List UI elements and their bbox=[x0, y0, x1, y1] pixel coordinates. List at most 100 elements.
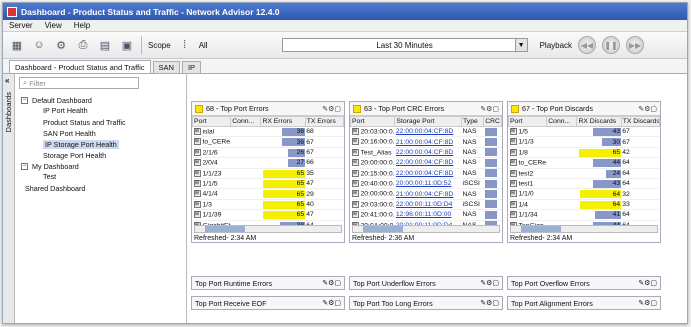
dashboard-icon[interactable]: ▦ bbox=[9, 37, 25, 53]
table-row[interactable]: ⊞ 2/1/6 26 67 bbox=[192, 147, 344, 159]
scope-value[interactable]: All bbox=[199, 41, 208, 50]
table-row[interactable]: ⊞ Test_Alias 22:00:00:04:CF:8D NAS bbox=[350, 147, 502, 159]
column-header[interactable]: Port bbox=[507, 116, 548, 127]
widget-tools-icon[interactable]: ✎⚙▢ bbox=[638, 105, 657, 113]
table-row[interactable]: ⊞ 20:15:00:0... 22:00:00:04:CF:8D NAS bbox=[350, 168, 502, 179]
tree-item[interactable]: Shared Dashboard bbox=[25, 184, 85, 193]
widget-tools-icon[interactable]: ✎⚙▢ bbox=[480, 299, 499, 307]
tree-item[interactable]: SAN Port Health bbox=[43, 129, 96, 138]
table-row[interactable]: ⊞ 20:40:00:0... 20:00:00:11:0D:52 iSCSI bbox=[350, 178, 502, 190]
menu-view[interactable]: View bbox=[45, 21, 62, 30]
column-header[interactable]: RX Errors bbox=[260, 116, 306, 127]
table-row[interactable]: ⊞ 20:00:00:0... 21:00:00:04:CF:8D NAS bbox=[350, 188, 502, 200]
menu-help[interactable]: Help bbox=[74, 21, 90, 30]
table-row[interactable]: ⊞ 4/1/4 65 29 bbox=[192, 188, 344, 200]
storage-port-link[interactable]: 22:00:00:04:CF:8D bbox=[394, 157, 462, 169]
tab-dashboard[interactable]: Dashboard - Product Status and Traffic bbox=[9, 60, 151, 73]
pause-button[interactable]: ❚❚ bbox=[602, 36, 621, 54]
tab-san[interactable]: SAN bbox=[152, 61, 180, 73]
column-header[interactable]: Conn... bbox=[546, 116, 578, 127]
collapsed-widget[interactable]: Top Port Runtime Errors ✎⚙▢ bbox=[191, 276, 345, 290]
table-row[interactable]: ⊞ 1/1/34 41 64 bbox=[508, 209, 660, 221]
column-header[interactable]: Port bbox=[191, 116, 232, 127]
scroll-thumb[interactable] bbox=[521, 226, 561, 232]
widget-tools-icon[interactable]: ✎⚙▢ bbox=[480, 105, 499, 113]
tab-ip[interactable]: IP bbox=[181, 61, 202, 73]
column-header[interactable]: TX Discards bbox=[620, 116, 661, 127]
tree-item[interactable]: Product Status and Traffic bbox=[43, 118, 126, 127]
chevron-down-icon[interactable]: ▼ bbox=[514, 39, 527, 51]
table-row[interactable]: ⊞ 1/1/3 30 67 bbox=[508, 136, 660, 148]
widget-tools-icon[interactable]: ✎⚙▢ bbox=[322, 279, 341, 287]
collapse-tree-icon[interactable]: − bbox=[21, 163, 28, 170]
config-icon[interactable]: ⚙ bbox=[53, 37, 69, 53]
collapsed-widget[interactable]: Top Port Receive EOF ✎⚙▢ bbox=[191, 296, 345, 310]
table-row[interactable]: ⊞ test1 43 64 bbox=[508, 178, 660, 190]
scroll-thumb[interactable] bbox=[205, 226, 245, 232]
view-icon[interactable]: ▣ bbox=[119, 37, 135, 53]
tree-item[interactable]: IP Port Health bbox=[43, 106, 88, 115]
widget-tools-icon[interactable]: ✎⚙▢ bbox=[480, 279, 499, 287]
widget-tools-icon[interactable]: ✎⚙▢ bbox=[638, 279, 657, 287]
table-row[interactable]: ⊞to_CERe... 3667 bbox=[192, 136, 344, 148]
storage-port-link[interactable]: 21:00:00:04:CF:8D bbox=[394, 188, 462, 200]
widget-tools-icon[interactable]: ✎⚙▢ bbox=[322, 105, 341, 113]
table-row[interactable]: ⊞ 20:03:00:0... 22:00:00:04:CF:8D NAS bbox=[350, 126, 502, 138]
widget-tools-icon[interactable]: ✎⚙▢ bbox=[322, 299, 341, 307]
topology-icon[interactable]: ▤ bbox=[97, 37, 113, 53]
tree-item[interactable]: Test bbox=[43, 172, 56, 181]
column-header[interactable]: Type bbox=[461, 116, 485, 127]
column-header[interactable]: Storage Port bbox=[394, 116, 463, 127]
tree-item[interactable]: − My Dashboard bbox=[21, 162, 79, 171]
tree-item[interactable]: Storage Port Health bbox=[43, 151, 106, 160]
horizontal-scrollbar[interactable] bbox=[194, 225, 342, 233]
table-row[interactable]: ⊞ islal 36 68 bbox=[192, 126, 344, 138]
storage-port-link[interactable]: 22:00:00:04:CF:8D bbox=[394, 147, 462, 159]
collapse-tree-icon[interactable]: − bbox=[21, 97, 28, 104]
fast-forward-button[interactable]: ▶▶ bbox=[626, 36, 645, 54]
storage-port-link[interactable]: 22:00:00:04:CF:8D bbox=[394, 126, 462, 138]
print-icon[interactable]: ⎙ bbox=[75, 37, 91, 53]
column-header[interactable]: TX Errors bbox=[304, 116, 345, 127]
collapse-icon[interactable]: « bbox=[5, 76, 9, 85]
table-row[interactable]: ⊞ 1/5 43 67 bbox=[508, 126, 660, 138]
table-row[interactable]: ⊞to_CERe... 4464 bbox=[508, 157, 660, 169]
table-row[interactable]: ⊞ 1/1/39 65 47 bbox=[192, 209, 344, 221]
collapsed-widget[interactable]: Top Port Alignment Errors ✎⚙▢ bbox=[507, 296, 661, 310]
table-row[interactable]: ⊞ 20:16:00:0... 21:00:00:04:CF:8D NAS bbox=[350, 136, 502, 148]
collapsed-widget[interactable]: Top Port Too Long Errors ✎⚙▢ bbox=[349, 296, 503, 310]
table-row[interactable]: ⊞ 1/4 64 33 bbox=[508, 199, 660, 211]
storage-port-link[interactable]: 22:00:00:11:0D:D4 bbox=[394, 199, 462, 211]
time-range-select[interactable]: Last 30 Minutes ▼ bbox=[281, 38, 528, 52]
scope-icon[interactable]: ⁞ bbox=[177, 37, 193, 53]
storage-port-link[interactable]: 12:96:00:11:0D:00 bbox=[394, 209, 462, 221]
storage-port-link[interactable]: 20:00:00:11:0D:52 bbox=[394, 178, 462, 190]
filter-input[interactable]: ⌕ Filter bbox=[19, 77, 139, 89]
table-row[interactable]: ⊞ 1/1/5 65 47 bbox=[192, 178, 344, 190]
storage-port-link[interactable]: 21:00:00:04:CF:8D bbox=[394, 136, 462, 148]
scroll-thumb[interactable] bbox=[363, 226, 403, 232]
tree-item[interactable]: − Default Dashboard bbox=[21, 96, 92, 105]
widget-tools-icon[interactable]: ✎⚙▢ bbox=[638, 299, 657, 307]
table-row[interactable]: ⊞ 1/3 65 40 bbox=[192, 199, 344, 211]
table-row[interactable]: ⊞ 1/8 65 42 bbox=[508, 147, 660, 159]
table-row[interactable]: ⊞ 1/1/0 64 32 bbox=[508, 188, 660, 200]
table-row[interactable]: ⊞ 20:41:00:0... 12:96:00:11:0D:00 NAS bbox=[350, 209, 502, 221]
horizontal-scrollbar[interactable] bbox=[352, 225, 500, 233]
table-row[interactable]: ⊞ 20:00:00:0... 22:00:00:04:CF:8D NAS bbox=[350, 157, 502, 169]
rewind-button[interactable]: ◀◀ bbox=[578, 36, 597, 54]
column-header[interactable]: RX Discards bbox=[576, 116, 622, 127]
table-row[interactable]: ⊞ 2/0/4 27 66 bbox=[192, 157, 344, 169]
table-row[interactable]: ⊞ test2 24 64 bbox=[508, 168, 660, 179]
column-header[interactable]: CRC I bbox=[483, 116, 502, 127]
menu-server[interactable]: Server bbox=[9, 21, 33, 30]
table-row[interactable]: ⊞ 20:03:00:0... 22:00:00:11:0D:D4 iSCSI bbox=[350, 199, 502, 211]
table-row[interactable]: ⊞ 1/1/23 65 35 bbox=[192, 168, 344, 179]
tree-item[interactable]: IP Storage Port Health bbox=[43, 140, 119, 149]
users-icon[interactable]: ☺ bbox=[31, 37, 47, 53]
column-header[interactable]: Port bbox=[349, 116, 396, 127]
storage-port-link[interactable]: 22:00:00:04:CF:8D bbox=[394, 168, 462, 179]
collapsed-widget[interactable]: Top Port Underflow Errors ✎⚙▢ bbox=[349, 276, 503, 290]
collapsed-widget[interactable]: Top Port Overflow Errors ✎⚙▢ bbox=[507, 276, 661, 290]
horizontal-scrollbar[interactable] bbox=[510, 225, 658, 233]
